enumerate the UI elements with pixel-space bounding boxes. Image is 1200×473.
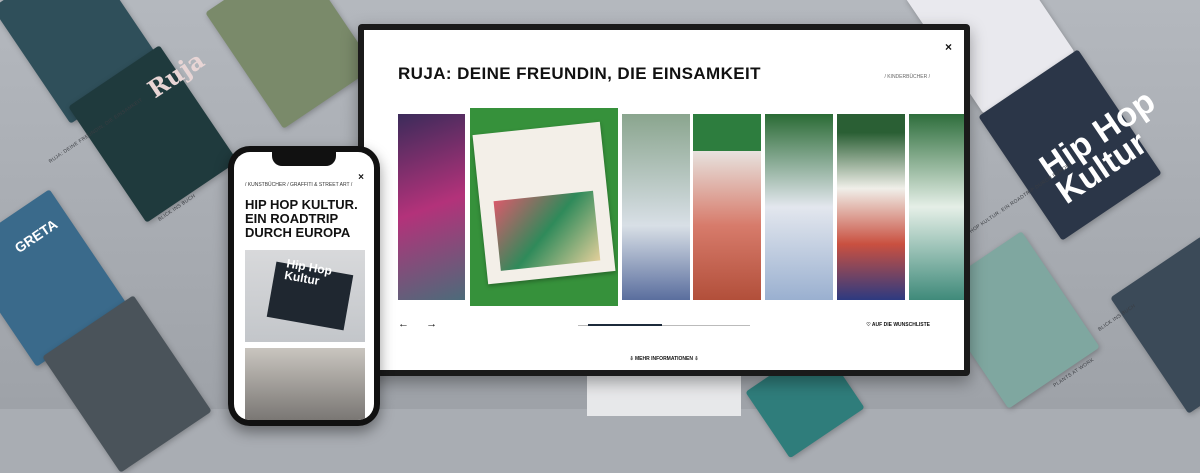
gallery-nav: ← → <box>398 318 451 330</box>
gallery-image[interactable] <box>622 114 690 300</box>
gallery-image[interactable] <box>398 114 465 300</box>
breadcrumb[interactable]: / KUNSTBÜCHER / GRAFFITI & STREET ART / <box>245 182 352 188</box>
breadcrumb[interactable]: / KINDERBÜCHER / <box>884 74 930 80</box>
book-page <box>472 121 616 285</box>
progress-fill <box>588 324 662 326</box>
monitor-screen: × RUJA: DEINE FREUNDIN, DIE EINSAMKEIT /… <box>364 30 964 370</box>
phone-frame: × / KUNSTBÜCHER / GRAFFITI & STREET ART … <box>228 146 380 426</box>
close-icon[interactable]: × <box>358 172 364 183</box>
gallery-image[interactable] <box>693 114 761 300</box>
arrow-left-icon[interactable]: ← <box>398 318 409 330</box>
gallery-image-active[interactable] <box>470 108 618 306</box>
monitor-frame: × RUJA: DEINE FREUNDIN, DIE EINSAMKEIT /… <box>358 24 970 376</box>
book-image[interactable] <box>245 348 365 420</box>
more-info-link[interactable]: ⇩ MEHR INFORMATIONEN ⇩ <box>364 356 964 362</box>
monitor-stand <box>587 376 741 416</box>
close-icon[interactable]: × <box>945 40 952 54</box>
image-gallery[interactable] <box>398 100 964 306</box>
gallery-image[interactable] <box>765 114 833 300</box>
gallery-progress[interactable] <box>578 324 750 326</box>
page-title: HIP HOP KULTUR. EIN ROADTRIP DURCH EUROP… <box>245 197 358 240</box>
book-illustration <box>493 190 601 271</box>
book-image[interactable]: Hip Hop Kultur <box>245 250 365 342</box>
phone-notch <box>272 152 336 166</box>
phone-screen: × / KUNSTBÜCHER / GRAFFITI & STREET ART … <box>234 152 374 420</box>
page-title: RUJA: DEINE FREUNDIN, DIE EINSAMKEIT <box>398 64 761 83</box>
gallery-image[interactable] <box>909 114 964 300</box>
gallery-image[interactable] <box>837 114 905 300</box>
wishlist-button[interactable]: ♡ AUF DIE WUNSCHLISTE <box>866 322 930 328</box>
arrow-right-icon[interactable]: → <box>426 318 437 330</box>
